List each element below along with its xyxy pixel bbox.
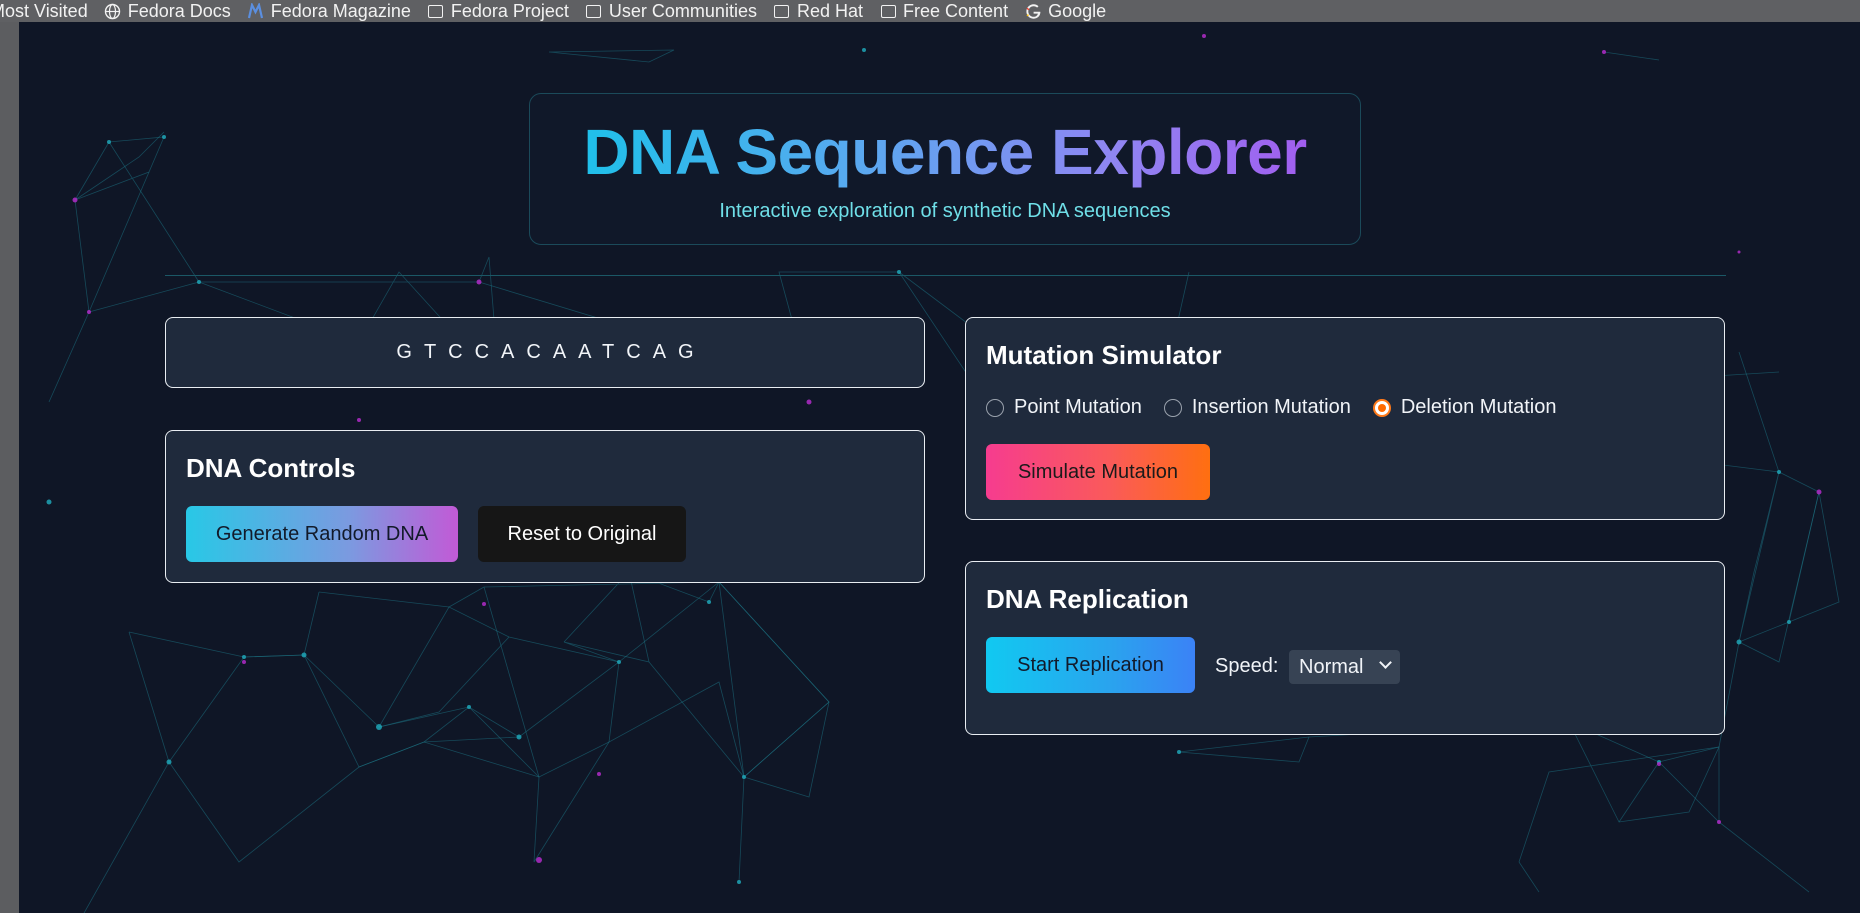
folder-icon xyxy=(427,2,445,20)
bookmark-label: Fedora Docs xyxy=(127,1,231,21)
bookmark-fedora-docs[interactable]: Fedora Docs xyxy=(104,2,231,20)
bookmark-google[interactable]: Google xyxy=(1024,2,1106,20)
reset-to-original-button[interactable]: Reset to Original xyxy=(478,506,686,562)
bookmark-fedora-project[interactable]: Fedora Project xyxy=(427,2,569,20)
insertion-mutation-option[interactable]: Insertion Mutation xyxy=(1163,396,1351,419)
insertion-mutation-label: Insertion Mutation xyxy=(1191,396,1351,418)
speed-select-value: Normal xyxy=(1299,655,1364,678)
point-mutation-radio[interactable] xyxy=(986,398,1004,417)
bookmark-free-content[interactable]: Free Content xyxy=(879,2,1008,20)
bookmark-label: Fedora Project xyxy=(450,1,569,21)
mutation-simulator-panel: Mutation Simulator Point Mutation Insert… xyxy=(965,317,1725,520)
bookmark-label: Fedora Magazine xyxy=(270,1,411,21)
folder-icon xyxy=(585,2,603,20)
bookmarks-toolbar: Most Visited Fedora Docs Fedora Magazine… xyxy=(0,0,1860,22)
dna-sequence: GTCCACAATCAG xyxy=(396,341,706,363)
folder-icon xyxy=(773,2,791,20)
fedora-magazine-icon xyxy=(247,2,265,20)
dna-controls-panel: DNA Controls Generate Random DNA Reset t… xyxy=(165,430,925,583)
deletion-mutation-radio[interactable] xyxy=(1372,398,1391,417)
generate-random-dna-button[interactable]: Generate Random DNA xyxy=(186,506,458,562)
page-viewport: DNA Sequence Explorer Interactive explor… xyxy=(19,22,1860,913)
bookmark-most-visited[interactable]: Most Visited xyxy=(0,2,88,20)
page-title: DNA Sequence Explorer xyxy=(530,114,1360,190)
point-mutation-label: Point Mutation xyxy=(1014,396,1142,418)
bookmark-red-hat[interactable]: Red Hat xyxy=(773,2,863,20)
header-card: DNA Sequence Explorer Interactive explor… xyxy=(529,93,1361,245)
bookmark-label: Google xyxy=(1048,1,1107,21)
point-mutation-option[interactable]: Point Mutation xyxy=(986,396,1142,419)
bookmark-label: Most Visited xyxy=(0,1,88,21)
simulate-mutation-button[interactable]: Simulate Mutation xyxy=(986,444,1210,500)
google-icon xyxy=(1024,2,1042,20)
bookmark-user-communities[interactable]: User Communities xyxy=(585,2,757,20)
folder-icon xyxy=(879,2,897,20)
mutation-simulator-title: Mutation Simulator xyxy=(986,340,1222,370)
dna-replication-title: DNA Replication xyxy=(986,584,1189,614)
dna-controls-title: DNA Controls xyxy=(186,453,356,483)
speed-select[interactable]: Normal xyxy=(1289,650,1400,684)
chevron-down-icon xyxy=(1379,656,1392,669)
deletion-mutation-option[interactable]: Deletion Mutation xyxy=(1372,396,1557,419)
bookmark-label: Red Hat xyxy=(796,1,864,21)
header-divider xyxy=(165,275,1726,276)
bookmark-fedora-magazine[interactable]: Fedora Magazine xyxy=(247,2,411,20)
dna-replication-panel: DNA Replication Start Replication Speed:… xyxy=(965,561,1725,735)
bookmark-label: Free Content xyxy=(903,1,1009,21)
start-replication-button[interactable]: Start Replication xyxy=(986,637,1195,693)
mutation-type-group: Point Mutation Insertion Mutation Deleti… xyxy=(986,396,1579,419)
bookmark-label: User Communities xyxy=(608,1,757,21)
sequence-display: GTCCACAATCAG xyxy=(165,317,925,388)
page-subtitle: Interactive exploration of synthetic DNA… xyxy=(719,200,1171,222)
speed-label: Speed: xyxy=(1215,655,1279,677)
deletion-mutation-label: Deletion Mutation xyxy=(1400,396,1557,418)
globe-icon xyxy=(104,2,122,20)
insertion-mutation-radio[interactable] xyxy=(1163,398,1182,417)
